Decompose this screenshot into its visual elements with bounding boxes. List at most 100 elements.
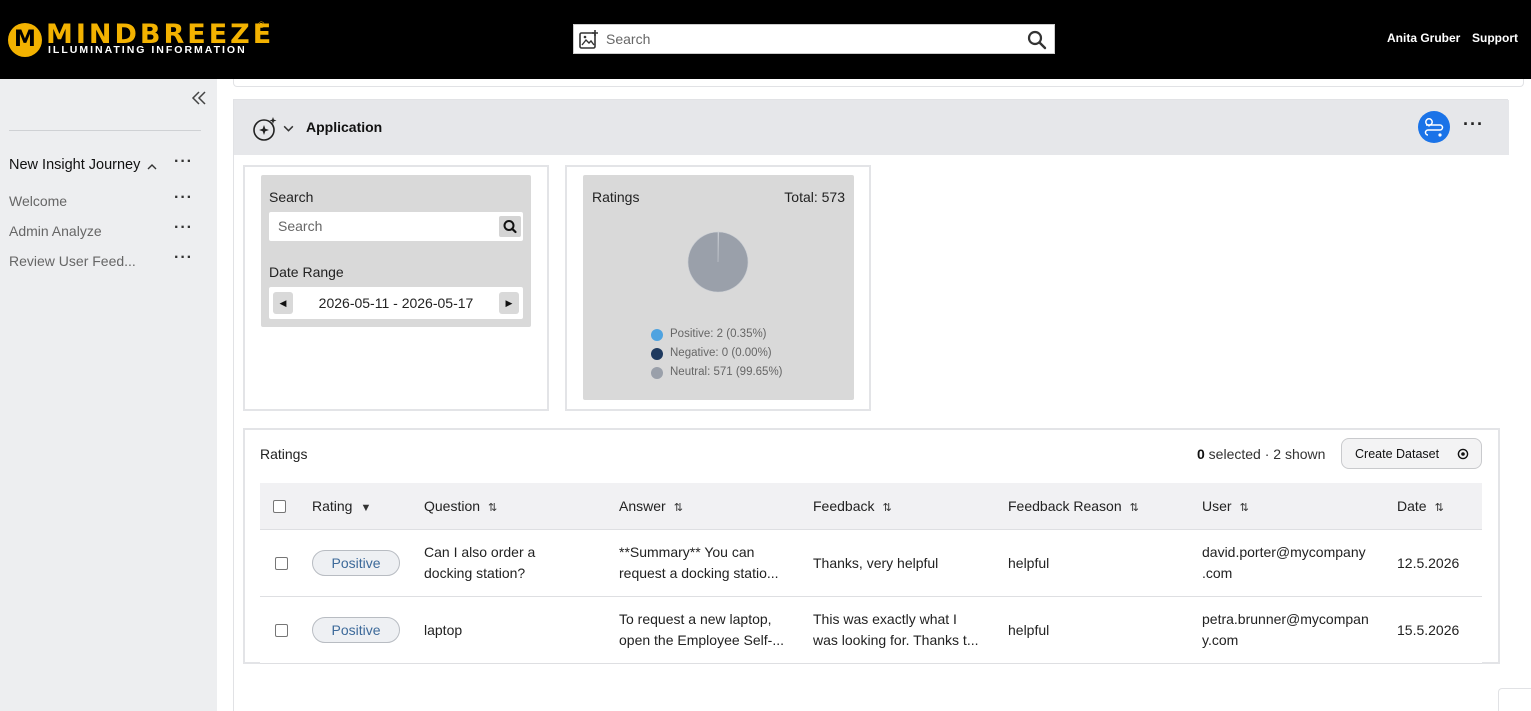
sort-icon: ⇅: [1239, 502, 1249, 514]
ai-sparkle-icon[interactable]: [252, 116, 278, 142]
column-header-question[interactable]: Question ⇅: [424, 498, 497, 514]
legend-label-negative: Negative: 0 (0.00%): [670, 347, 772, 359]
sort-icon: ⇅: [488, 502, 498, 514]
global-search-box: [573, 24, 1055, 54]
feedback-cell: Thanks, very helpful: [813, 555, 939, 571]
question-cell: laptop: [424, 622, 463, 638]
application-more-icon[interactable]: ···: [1463, 114, 1484, 135]
sort-icon: ⇅: [1434, 502, 1444, 514]
selection-summary: selected · 2 shown: [1204, 446, 1326, 462]
row-checkbox[interactable]: [275, 557, 288, 570]
logo-registered-mark: ®: [258, 20, 265, 30]
date-range-value[interactable]: 2026-05-11 - 2026-05-17: [269, 295, 523, 311]
logo-mark: M: [8, 23, 42, 57]
table-row[interactable]: Positive Can I also order a docking stati…: [260, 530, 1482, 597]
ratings-panel: Ratings Total: 573 Positive: 2 (0.35%) N…: [583, 175, 854, 400]
table-header: Rating ▼ Question ⇅ Answer ⇅ Feedback ⇅ Feed…: [260, 483, 1482, 530]
sidebar-item-review-user-feedback[interactable]: Review User Feed...: [9, 253, 136, 269]
table-row[interactable]: Positive laptop To request a new laptop,…: [260, 597, 1482, 664]
row-checkbox[interactable]: [275, 624, 288, 637]
date-next-button[interactable]: ▶: [499, 292, 519, 314]
date-prev-button[interactable]: ◀: [273, 292, 293, 314]
selected-count: 0: [1197, 446, 1205, 462]
search-icon: [503, 220, 517, 234]
rating-badge: Positive: [312, 550, 400, 576]
user-cell: david.porter@mycompany .com: [1202, 544, 1366, 581]
column-header-feedback[interactable]: Feedback ⇅: [813, 498, 892, 514]
rating-badge: Positive: [312, 617, 400, 643]
search-label: Search: [269, 189, 314, 205]
floating-panel-corner: [1498, 688, 1531, 711]
global-search-input[interactable]: [606, 27, 1016, 51]
double-chevron-left-icon[interactable]: [190, 89, 208, 107]
sidebar-divider: [9, 130, 201, 131]
route-button[interactable]: [1418, 111, 1450, 143]
previous-card-edge: [233, 79, 1524, 87]
question-cell: Can I also order a docking station?: [424, 544, 536, 581]
widget-search-box: [269, 212, 523, 241]
journey-title[interactable]: New Insight Journey: [9, 157, 140, 173]
user-menu[interactable]: Anita Gruber: [1387, 31, 1460, 45]
selection-info: 0 selected · 2 shown: [1197, 446, 1325, 462]
column-header-date[interactable]: Date ⇅: [1397, 498, 1444, 514]
search-panel: Search Date Range 2026-05-11 - 2026-05-1…: [261, 175, 531, 327]
chevron-up-icon[interactable]: [146, 161, 158, 173]
top-bar: M MINDBREEZE ® ILLUMINATING INFORMATION …: [0, 0, 1531, 79]
chevron-down-icon[interactable]: [282, 122, 295, 135]
legend-dot-negative: [651, 348, 663, 360]
admin-analyze-more-icon[interactable]: ···: [174, 219, 193, 237]
legend-label-positive: Positive: 2 (0.35%): [670, 328, 767, 340]
legend-dot-positive: [651, 329, 663, 341]
application-header: Application ···: [234, 100, 1509, 155]
ratings-table-widget: Ratings 0 selected · 2 shown Create Data…: [243, 428, 1500, 664]
legend-label-neutral: Neutral: 571 (99.65%): [670, 366, 783, 378]
answer-cell: To request a new laptop, open the Employe…: [619, 611, 784, 648]
ratings-chart-widget: Ratings Total: 573 Positive: 2 (0.35%) N…: [565, 165, 871, 411]
sort-desc-icon: ▼: [360, 502, 372, 514]
route-icon: [1424, 118, 1444, 137]
widget-search-button[interactable]: [499, 216, 521, 237]
logo-tagline: ILLUMINATING INFORMATION: [48, 44, 247, 56]
create-dataset-button[interactable]: Create Dataset: [1341, 438, 1482, 469]
sort-icon: ⇅: [1129, 502, 1139, 514]
column-header-user[interactable]: User ⇅: [1202, 498, 1249, 514]
journey-more-icon[interactable]: ···: [174, 153, 193, 171]
sort-icon: ⇅: [882, 502, 892, 514]
search-icon[interactable]: [1026, 29, 1048, 51]
circle-dot-icon: [1457, 448, 1469, 460]
sidebar-item-admin-analyze[interactable]: Admin Analyze: [9, 223, 102, 239]
pie-slice-neutral[interactable]: [687, 231, 749, 293]
sidebar: New Insight Journey ··· Welcome ··· Admi…: [0, 79, 217, 711]
date-cell: 15.5.2026: [1397, 622, 1460, 638]
date-range-picker: 2026-05-11 - 2026-05-17 ◀ ▶: [269, 287, 523, 319]
legend-dot-neutral: [651, 367, 663, 379]
application-title: Application: [306, 119, 383, 135]
search-widget: Search Date Range 2026-05-11 - 2026-05-1…: [243, 165, 549, 411]
mindbreeze-logo[interactable]: M MINDBREEZE ® ILLUMINATING INFORMATION: [8, 20, 278, 60]
column-header-feedback-reason[interactable]: Feedback Reason ⇅: [1008, 498, 1139, 514]
answer-cell: **Summary** You can request a docking sta…: [619, 544, 779, 581]
application-card: Application ··· Search Search Date Range…: [233, 99, 1509, 711]
column-header-answer[interactable]: Answer ⇅: [619, 498, 683, 514]
feedback-reason-cell: helpful: [1008, 555, 1050, 571]
sidebar-item-welcome[interactable]: Welcome: [9, 193, 67, 209]
image-search-icon[interactable]: [578, 29, 600, 51]
table-title: Ratings: [260, 446, 308, 462]
main-content: Application ··· Search Search Date Range…: [217, 79, 1531, 711]
sort-icon: ⇅: [673, 502, 683, 514]
widget-search-input[interactable]: [278, 217, 488, 235]
select-all-checkbox[interactable]: [273, 500, 286, 513]
date-range-label: Date Range: [269, 264, 344, 280]
column-header-rating[interactable]: Rating ▼: [312, 498, 371, 514]
review-feedback-more-icon[interactable]: ···: [174, 249, 193, 267]
ratings-pie-chart: [687, 231, 749, 293]
user-cell: petra.brunner@mycompan y.com: [1202, 611, 1369, 648]
ratings-total: Total: 573: [784, 189, 845, 205]
feedback-cell: This was exactly what Iwas looking for. …: [813, 611, 979, 648]
date-cell: 12.5.2026: [1397, 555, 1460, 571]
support-link[interactable]: Support: [1472, 31, 1518, 45]
feedback-reason-cell: helpful: [1008, 622, 1050, 638]
welcome-more-icon[interactable]: ···: [174, 189, 193, 207]
ratings-chart-title: Ratings: [592, 189, 640, 205]
create-dataset-label: Create Dataset: [1355, 447, 1440, 461]
